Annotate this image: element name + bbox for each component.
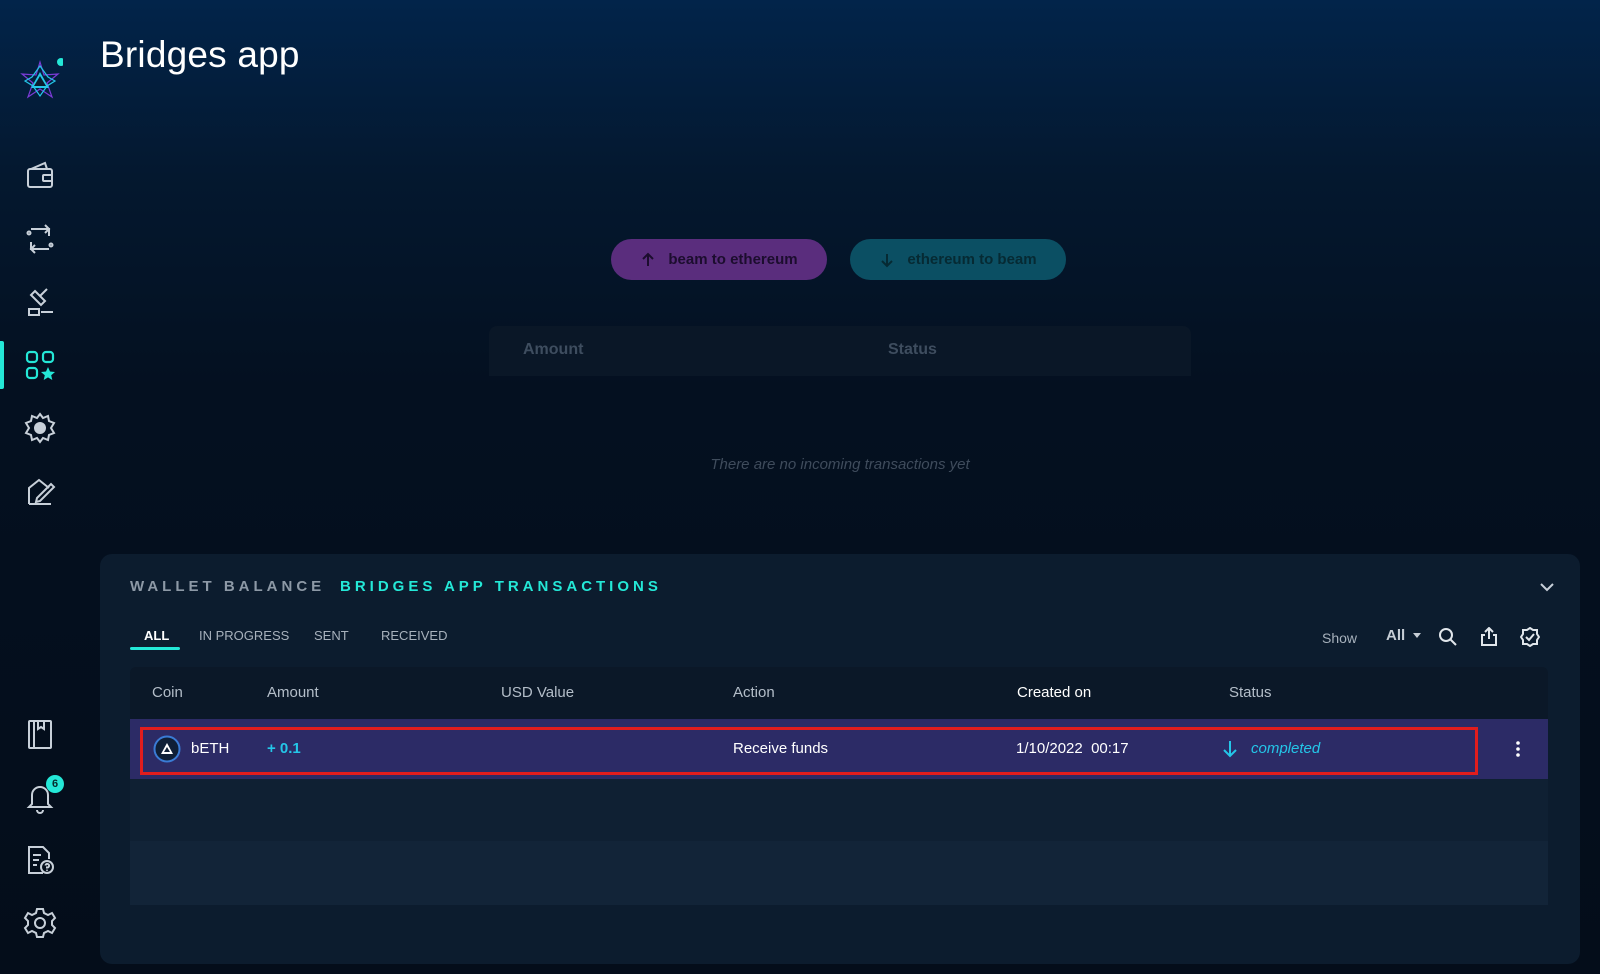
table-row[interactable]: bETH + 0.1 Receive funds 1/10/2022 00:17… xyxy=(130,719,1548,779)
sidebar-item-swap[interactable] xyxy=(0,213,80,265)
beth-coin-icon xyxy=(153,735,181,763)
page-title: Bridges app xyxy=(100,34,300,75)
wallet-icon xyxy=(27,161,53,188)
row-created-on: 1/10/2022 00:17 xyxy=(1016,740,1129,757)
more-options-icon[interactable] xyxy=(1508,737,1528,761)
arrow-down-icon xyxy=(881,253,894,267)
sidebar-item-beamx[interactable] xyxy=(0,402,80,454)
transactions-panel: WALLET BALANCE BRIDGES APP TRANSACTIONS … xyxy=(100,554,1580,964)
help-doc-icon xyxy=(28,846,54,874)
empty-row xyxy=(130,841,1548,905)
row-amount: + 0.1 xyxy=(267,740,301,757)
filter-received[interactable]: RECEIVED xyxy=(381,628,447,643)
column-header-usd-value[interactable]: USD Value xyxy=(501,684,574,701)
sidebar-item-wallet[interactable] xyxy=(0,150,80,202)
sidebar: 6 xyxy=(0,0,80,974)
gavel-icon xyxy=(28,288,53,316)
row-action: Receive funds xyxy=(733,740,829,757)
column-header-created-on[interactable]: Created on xyxy=(1017,684,1091,701)
empty-row xyxy=(130,779,1548,841)
column-header-status: Status xyxy=(888,341,937,358)
arrow-up-icon xyxy=(642,252,655,266)
table-header-row: Coin Amount USD Value Action Created on … xyxy=(130,667,1548,719)
sidebar-item-help[interactable] xyxy=(0,834,80,886)
beam-to-ethereum-label: beam to ethereum xyxy=(668,251,798,268)
column-header-coin[interactable]: Coin xyxy=(152,684,183,701)
show-label: Show xyxy=(1322,630,1358,646)
column-header-status[interactable]: Status xyxy=(1229,684,1272,701)
swap-icon xyxy=(26,224,54,254)
row-status: completed xyxy=(1251,740,1321,757)
ethereum-to-beam-label: ethereum to beam xyxy=(907,251,1037,268)
filter-sent[interactable]: SENT xyxy=(314,628,349,643)
beam-to-ethereum-button[interactable]: beam to ethereum xyxy=(611,239,827,280)
filter-all[interactable]: ALL xyxy=(144,628,169,643)
search-icon[interactable] xyxy=(1438,627,1458,647)
sidebar-item-address-book[interactable] xyxy=(0,708,80,760)
sidebar-item-settings[interactable] xyxy=(0,897,80,949)
empty-state-message: There are no incoming transactions yet xyxy=(710,456,970,473)
column-header-amount: Amount xyxy=(523,341,584,358)
ethereum-to-beam-button[interactable]: ethereum to beam xyxy=(850,239,1066,280)
sidebar-item-voting[interactable] xyxy=(0,465,80,517)
tab-wallet-balance[interactable]: WALLET BALANCE xyxy=(130,578,325,595)
gear-badge-icon xyxy=(24,412,56,444)
row-coin: bETH xyxy=(191,740,230,757)
tab-bridges-app-transactions[interactable]: BRIDGES APP TRANSACTIONS xyxy=(340,578,662,595)
arrow-down-received-icon xyxy=(1223,741,1237,758)
show-dropdown-value: All xyxy=(1386,627,1406,644)
sidebar-item-notifications[interactable]: 6 xyxy=(0,771,80,823)
filter-in-progress[interactable]: IN PROGRESS xyxy=(199,628,289,643)
bridge-table-header: Amount Status xyxy=(489,326,1191,376)
book-icon xyxy=(28,720,52,749)
sidebar-item-dao[interactable] xyxy=(0,276,80,328)
beam-logo-icon[interactable] xyxy=(17,58,65,104)
verify-icon[interactable] xyxy=(1520,627,1540,647)
chevron-down-icon[interactable] xyxy=(1536,576,1558,598)
column-header-amount[interactable]: Amount xyxy=(267,684,319,701)
apps-star-icon xyxy=(25,350,55,380)
caret-down-icon xyxy=(1413,632,1422,638)
app-window: 6 Bridges app beam to ethereum ethereum … xyxy=(0,0,1600,974)
export-icon[interactable] xyxy=(1479,627,1499,647)
transactions-table: Coin Amount USD Value Action Created on … xyxy=(130,667,1548,905)
sidebar-item-dapps[interactable] xyxy=(0,339,80,391)
show-dropdown[interactable]: All xyxy=(1386,627,1422,644)
notification-count-badge: 6 xyxy=(46,775,64,793)
column-header-action[interactable]: Action xyxy=(733,684,775,701)
active-filter-underline xyxy=(130,647,180,650)
vote-icon xyxy=(28,478,56,505)
settings-icon xyxy=(23,908,57,938)
